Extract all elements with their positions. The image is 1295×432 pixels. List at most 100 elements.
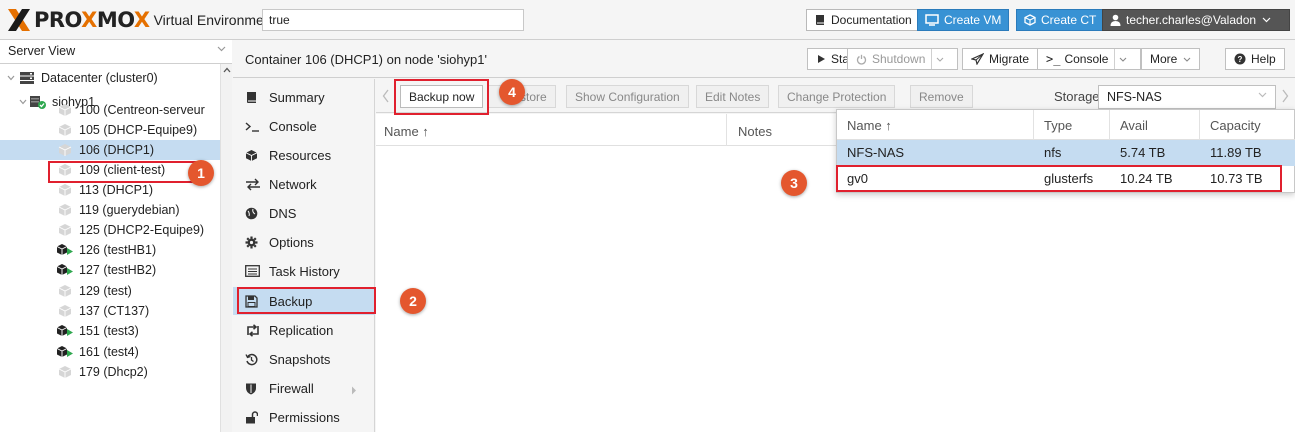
container-stopped-icon xyxy=(56,142,74,158)
view-selector[interactable]: Server View xyxy=(0,40,232,64)
storage-col-capacity[interactable]: Capacity xyxy=(1210,118,1261,133)
shutdown-dropdown-arrow[interactable] xyxy=(931,49,949,69)
container-stopped-icon xyxy=(56,222,74,238)
menu-item-dns[interactable]: DNS xyxy=(233,199,375,227)
storage-col-avail[interactable]: Avail xyxy=(1120,118,1148,133)
storage-col-name[interactable]: Name ↑ xyxy=(847,118,892,133)
tree-item-datacenter[interactable]: Datacenter (cluster0) xyxy=(0,68,220,88)
tree-item-guest[interactable]: 161 (test4) xyxy=(0,342,220,362)
menu-item-replication[interactable]: Replication xyxy=(233,316,375,344)
storage-select[interactable]: NFS-NAS xyxy=(1098,85,1276,109)
container-running-icon xyxy=(56,323,74,339)
tree-item-label: 105 (DHCP-Equipe9) xyxy=(79,123,198,137)
column-header-name[interactable]: Name ↑ xyxy=(384,124,429,139)
tree-item-guest[interactable]: 106 (DHCP1) xyxy=(0,140,220,160)
storage-col-type[interactable]: Type xyxy=(1044,118,1072,133)
migrate-button[interactable]: Migrate xyxy=(962,48,1039,70)
more-button[interactable]: More xyxy=(1141,48,1201,70)
help-button[interactable]: ? Help xyxy=(1225,48,1285,70)
menu-item-task-history[interactable]: Task History xyxy=(233,257,375,285)
menu-item-snapshots[interactable]: Snapshots xyxy=(233,345,375,373)
tree-item-guest[interactable]: 125 (DHCP2-Equipe9) xyxy=(0,220,220,240)
tree-item-guest[interactable]: 126 (testHB1) xyxy=(0,240,220,260)
tree-item-guest[interactable]: 151 (test3) xyxy=(0,321,220,341)
tree-item-guest[interactable]: 137 (CT137) xyxy=(0,301,220,321)
documentation-button[interactable]: Documentation xyxy=(806,9,920,31)
menu-item-label: Replication xyxy=(269,322,334,338)
tree-item-guest[interactable]: 113 (DHCP1) xyxy=(0,180,220,200)
tree-item-guest[interactable]: 127 (testHB2) xyxy=(0,260,220,280)
tree-scrollbar[interactable] xyxy=(220,64,232,432)
chevron-down-icon xyxy=(1183,57,1191,62)
menu-item-options[interactable]: Options xyxy=(233,228,375,256)
user-icon xyxy=(1110,14,1121,26)
storage-label: Storage: xyxy=(1054,89,1104,104)
console-dropdown-arrow[interactable] xyxy=(1114,49,1132,69)
resource-tree-panel: Server View Datacenter (cluster0) siohyp… xyxy=(0,40,232,432)
shutdown-button[interactable]: Shutdown xyxy=(847,48,959,70)
annotation-badge-1: 1 xyxy=(188,160,214,186)
create-ct-button[interactable]: Create CT xyxy=(1016,9,1105,31)
monitor-icon xyxy=(925,14,939,26)
tree-item-label: 113 (DHCP1) xyxy=(79,183,154,197)
tree-item-guest[interactable]: 129 (test) xyxy=(0,281,220,301)
storage-option-nfs-nas[interactable]: NFS-NAS nfs 5.74 TB 11.89 TB xyxy=(837,140,1295,166)
edit-notes-button[interactable]: Edit Notes xyxy=(696,85,770,108)
console-button[interactable]: >_ Console xyxy=(1037,48,1142,70)
column-header-notes[interactable]: Notes xyxy=(738,124,772,139)
unlock-icon xyxy=(245,410,261,424)
tree-item-label: 151 (test3) xyxy=(79,324,139,338)
column-divider xyxy=(1033,110,1034,140)
tree-item-guest[interactable]: 179 (Dhcp2) xyxy=(0,362,220,382)
scroll-left-icon[interactable] xyxy=(382,89,390,103)
tree-item-label: 161 (test4) xyxy=(79,345,139,359)
menu-item-permissions[interactable]: Permissions xyxy=(233,403,375,431)
tree-item-guest[interactable]: 105 (DHCP-Equipe9) xyxy=(0,120,220,140)
proxmox-x-icon xyxy=(8,9,30,31)
play-icon xyxy=(818,55,825,63)
menu-item-label: Task History xyxy=(269,263,340,279)
book-icon xyxy=(816,15,824,25)
menu-item-label: DNS xyxy=(269,205,297,221)
chevron-down-icon xyxy=(1258,92,1267,98)
svg-text:?: ? xyxy=(1238,55,1243,64)
cube-icon xyxy=(1024,14,1036,26)
tree-item-label: 100 (Centreon-serveur xyxy=(79,103,205,117)
menu-item-label: Network xyxy=(269,176,317,192)
menu-item-network[interactable]: Network xyxy=(233,170,375,198)
scroll-up-icon xyxy=(223,67,231,73)
menu-item-label: Summary xyxy=(269,89,325,105)
container-stopped-icon xyxy=(56,122,74,138)
container-stopped-icon xyxy=(56,202,74,218)
search-input[interactable]: true xyxy=(262,9,524,31)
annotation-badge-2: 2 xyxy=(400,288,426,314)
annotation-box-3 xyxy=(836,165,1282,192)
scroll-right-icon[interactable] xyxy=(1281,89,1289,103)
exchange-icon xyxy=(245,178,261,191)
menu-item-resources[interactable]: Resources xyxy=(233,141,375,169)
annotation-box-4 xyxy=(394,79,489,115)
show-configuration-button[interactable]: Show Configuration xyxy=(566,85,689,108)
column-divider xyxy=(1109,110,1110,140)
container-stopped-icon xyxy=(56,102,74,118)
user-menu-button[interactable]: techer.charles@Valadon xyxy=(1102,9,1290,31)
change-protection-button[interactable]: Change Protection xyxy=(778,85,896,108)
container-stopped-icon xyxy=(56,364,74,380)
tree-item-guest[interactable]: 100 (Centreon-serveur xyxy=(0,100,220,120)
container-running-icon xyxy=(56,344,74,360)
chevron-down-icon xyxy=(217,46,226,52)
paper-plane-icon xyxy=(971,53,984,65)
menu-item-summary[interactable]: Summary xyxy=(233,83,375,111)
book-icon xyxy=(245,91,261,104)
retweet-icon xyxy=(245,323,261,337)
help-icon: ? xyxy=(1234,53,1246,65)
terminal-icon: >_ xyxy=(1046,52,1061,66)
menu-item-firewall[interactable]: Firewall xyxy=(233,374,375,402)
chevron-down-icon xyxy=(1120,57,1127,62)
container-stopped-icon xyxy=(56,303,74,319)
tree-item-guest[interactable]: 119 (guerydebian) xyxy=(0,200,220,220)
create-vm-button[interactable]: Create VM xyxy=(917,9,1010,31)
menu-item-console[interactable]: Console xyxy=(233,112,375,140)
remove-button[interactable]: Remove xyxy=(910,85,973,108)
menu-item-label: Options xyxy=(269,234,314,250)
